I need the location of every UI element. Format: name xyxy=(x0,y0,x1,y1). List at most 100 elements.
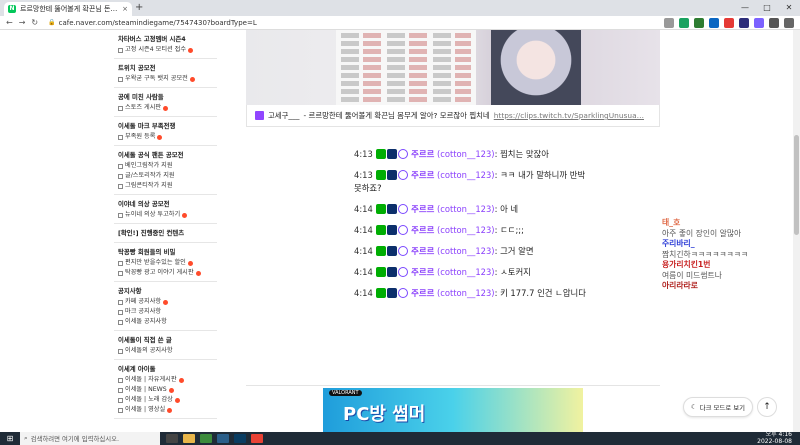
sidebar-menu-item[interactable]: 이세돌 | NEWS xyxy=(118,385,213,395)
url-text: cafe.naver.com/steamindiegame/7547430?bo… xyxy=(58,18,257,27)
maximize-button[interactable]: □ xyxy=(756,0,778,16)
windows-start-icon[interactable]: ⊞ xyxy=(0,434,20,443)
overlay-chat-line: 여름이 미드썸트나 xyxy=(662,271,792,282)
sidebar-item-label: 편지만 받을수있는 할인 xyxy=(125,259,186,266)
sidebar-menu-item[interactable]: 스토즈 게시판 xyxy=(118,103,213,113)
chat-time: 4:14 xyxy=(354,246,373,256)
sidebar-menu-item[interactable]: 이세돌 | 노래 감상 xyxy=(118,395,213,405)
scrollbar-thumb[interactable] xyxy=(794,135,799,235)
board-icon xyxy=(118,309,123,315)
lock-icon: 🔒 xyxy=(48,19,56,26)
sidebar-section-title[interactable]: 이야네 의상 공모전 xyxy=(118,198,213,210)
chat-username[interactable]: 주르르 xyxy=(411,204,434,214)
profile-avatar-icon[interactable] xyxy=(784,18,794,28)
sidebar-section-title[interactable]: 이세돌 공식 팬튼 공모전 xyxy=(118,149,213,161)
verified-badge-icon xyxy=(376,225,387,235)
sidebar-menu-item[interactable]: 이세돌 | 자유게시판 xyxy=(118,375,213,385)
file-explorer-icon[interactable] xyxy=(183,434,195,443)
chat-time: 4:13 xyxy=(354,149,373,159)
sidebar-section-title[interactable]: 이세돌이 직접 쓴 글 xyxy=(118,334,213,346)
clip-thumbnail[interactable] xyxy=(246,30,660,105)
sidebar-section-title[interactable]: 공에 미친 사람들 xyxy=(118,91,213,103)
extension-shield-icon[interactable] xyxy=(694,18,704,28)
sidebar-section-title[interactable]: 이세돌 마크 부족전쟁 xyxy=(118,120,213,132)
verified-badge-icon xyxy=(376,170,387,180)
sidebar-section: 이세돌 마크 부족전쟁 부족원 등록 xyxy=(114,117,217,146)
verified-badge-icon xyxy=(376,149,387,159)
tab-close-icon[interactable]: × xyxy=(122,5,128,13)
sidebar-section: 이야네 의상 공모전 뉴이네 의상 투고하기 xyxy=(114,195,217,224)
sidebar-menu-item[interactable]: 뉴이네 의상 투고하기 xyxy=(118,210,213,220)
sidebar-section-title[interactable]: 공지사항 xyxy=(118,285,213,297)
browser-tab[interactable]: N 르르망한테 뚫어볼게 확끈님 돈… × xyxy=(4,2,132,16)
minecraft-icon[interactable] xyxy=(200,434,212,443)
sidebar-section-title[interactable]: 이세계 아이돌 xyxy=(118,363,213,375)
sidebar-menu-item[interactable]: 이세돌의 공지사항 xyxy=(118,346,213,356)
chat-username[interactable]: 주르르 xyxy=(411,149,434,159)
share-icon[interactable] xyxy=(664,18,674,28)
sidebar-menu-item[interactable]: 마크 공지사항 xyxy=(118,307,213,317)
ad-headline: PC방 썸머 xyxy=(343,404,426,425)
taskbar-search[interactable]: ⌕ 검색하려면 여기에 입력하십시오. xyxy=(20,432,160,445)
chat-message: 4:14 주르르 (cotton__123): 키 177.7 인건 ㄴ압니다 xyxy=(354,288,586,298)
close-window-button[interactable]: ✕ xyxy=(778,0,800,16)
chat-username[interactable]: 주르르 xyxy=(411,170,434,180)
sidebar-menu-item[interactable]: 이세돌 | 영상실 xyxy=(118,405,213,415)
sidebar-menu-item[interactable]: 고정 시즌4 모티션 접수 xyxy=(118,45,213,55)
sidebar-menu-item[interactable]: 탁꽁빵 광고 이야기 게시판 xyxy=(118,268,213,278)
back-icon[interactable]: ← xyxy=(6,18,13,27)
system-tray[interactable]: 오후 4:16 2022-08-08 xyxy=(757,431,792,445)
puzzle-icon[interactable] xyxy=(769,18,779,28)
chat-username[interactable]: 주르르 xyxy=(411,246,434,256)
chat-username[interactable]: 주르르 xyxy=(411,288,434,298)
new-tab-button[interactable]: + xyxy=(135,2,143,13)
sidebar-section: [확인!] 진행중인 컨텐츠 xyxy=(114,224,217,243)
page-scrollbar[interactable] xyxy=(793,30,800,432)
clip-url[interactable]: https://clips.twitch.tv/SparklingUnusua… xyxy=(494,111,644,120)
sidebar-section-title[interactable]: [확인!] 진행중인 컨텐츠 xyxy=(118,227,213,239)
overlay-chat-line: 태_호 xyxy=(662,218,792,229)
chat-time: 4:14 xyxy=(354,267,373,277)
vtube-icon[interactable] xyxy=(234,434,246,443)
dark-mode-button[interactable]: ☾ 다크 모드로 보기 xyxy=(683,397,753,417)
sidebar-menu-item[interactable]: 우왁굳 구독 뱃지 공모전 xyxy=(118,74,213,84)
sidebar-menu-item[interactable]: 베인그림작가 지원 xyxy=(118,161,213,171)
url-field[interactable]: 🔒 cafe.naver.com/steamindiegame/7547430?… xyxy=(48,19,257,27)
sidebar-menu-item[interactable]: 부족원 등록 xyxy=(118,132,213,142)
sidebar-menu-item[interactable]: 이세돌 공지사항 xyxy=(118,317,213,327)
extension-v-icon[interactable] xyxy=(739,18,749,28)
sidebar-section-title[interactable]: 탁꽁빵 회원들의 비밀 xyxy=(118,246,213,258)
reload-icon[interactable]: ↻ xyxy=(31,18,38,27)
board-icon xyxy=(118,348,123,354)
store-icon[interactable] xyxy=(217,434,229,443)
chat-username[interactable]: 주르르 xyxy=(411,267,434,277)
sidebar-menu-item[interactable]: 그림콘티작가 지원 xyxy=(118,181,213,191)
overlay-username: 주리바리_ xyxy=(662,239,695,248)
task-view-icon[interactable] xyxy=(166,434,178,443)
board-icon xyxy=(118,387,123,393)
verified-badge-icon xyxy=(376,288,387,298)
clip-link-bar[interactable]: 고세구___ - 르르망한테 뚫어볼게 확끈님 몸무게 알아? 모르잖아 찝치네… xyxy=(246,105,660,127)
chrome-icon[interactable] xyxy=(251,434,263,443)
sidebar-menu-item[interactable]: 편지만 받을수있는 할인 xyxy=(118,258,213,268)
forward-icon[interactable]: → xyxy=(19,18,26,27)
naver-cafe-icon: N xyxy=(8,5,16,13)
sidebar-menu-item[interactable]: 글/스토리작가 지원 xyxy=(118,171,213,181)
sidebar-item-label: 카페 공지사항 xyxy=(125,298,162,305)
minimize-button[interactable]: — xyxy=(734,0,756,16)
sidebar-item-label: 부족원 등록 xyxy=(125,133,156,140)
ad-banner[interactable]: VALORANT PC방 썸머 xyxy=(323,388,583,433)
extension-red-icon[interactable] xyxy=(724,18,734,28)
extension-green-icon[interactable] xyxy=(679,18,689,28)
sidebar-section: 이세돌이 직접 쓴 글 이세돌의 공지사항 xyxy=(114,331,217,360)
scroll-top-button[interactable]: ↑ xyxy=(757,397,777,417)
extension-purple-icon[interactable] xyxy=(754,18,764,28)
sidebar-menu-item[interactable]: 카페 공지사항 xyxy=(118,297,213,307)
sidebar-section-title[interactable]: 차타버스 고정멤버 시즌4 xyxy=(118,33,213,45)
extension-blue-icon[interactable] xyxy=(709,18,719,28)
ad-tag: VALORANT xyxy=(329,390,362,396)
partner-badge-icon xyxy=(398,204,409,214)
chat-user-id: (cotton__123) xyxy=(436,204,495,214)
chat-username[interactable]: 주르르 xyxy=(411,225,434,235)
sidebar-section-title[interactable]: 트위치 공모전 xyxy=(118,62,213,74)
